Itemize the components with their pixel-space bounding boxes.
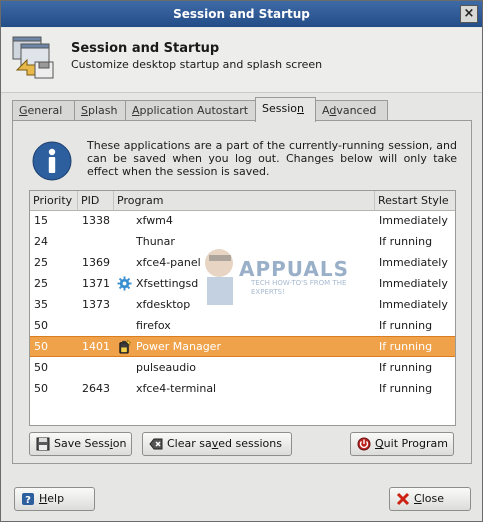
dialog-header: Session and Startup Customize desktop st… <box>1 28 482 93</box>
restart-style-cell: If running <box>379 235 433 248</box>
pid-cell: 1338 <box>82 214 110 227</box>
info-message: These applications are a part of the cur… <box>87 139 457 178</box>
session-startup-icon <box>12 36 54 79</box>
program-cell: xfce4-terminal <box>136 382 217 395</box>
pid-cell: 1369 <box>82 256 110 269</box>
table-header: Priority PID Program Restart Style <box>30 191 455 211</box>
header-title: Session and Startup <box>71 41 220 56</box>
restart-style-cell: Immediately <box>379 277 448 290</box>
restart-style-cell: If running <box>379 319 433 332</box>
tab-advanced[interactable]: Advanced <box>315 100 388 121</box>
pid-cell: 1401 <box>82 340 110 353</box>
table-row[interactable]: 15 1338 xfwm4 Immediately <box>30 210 455 231</box>
clear-icon <box>149 438 163 450</box>
program-cell: Thunar <box>136 235 175 248</box>
table-row[interactable]: 50 2643 xfce4-terminal If running <box>30 378 455 399</box>
title-bar[interactable]: Session and Startup × <box>1 1 482 27</box>
watermark-title: APPUALS <box>239 257 350 281</box>
pid-cell: 2643 <box>82 382 110 395</box>
priority-cell: 15 <box>34 214 48 227</box>
gear-icon <box>117 276 132 291</box>
clear-saved-sessions-button[interactable]: Clear saved sessions <box>142 432 292 456</box>
quit-icon <box>357 437 371 451</box>
program-cell: xfwm4 <box>136 214 173 227</box>
column-restart-style[interactable]: Restart Style <box>375 191 455 210</box>
tab-general[interactable]: General <box>12 100 75 121</box>
restart-style-cell: Immediately <box>379 214 448 227</box>
table-row-selected[interactable]: 50 1401 Power Manager If running <box>30 336 455 357</box>
tab-bar: General Splash Application Autostart Ses… <box>12 97 472 122</box>
header-subtitle: Customize desktop startup and splash scr… <box>71 58 323 71</box>
priority-cell: 25 <box>34 256 48 269</box>
program-cell: firefox <box>136 319 171 332</box>
save-session-button[interactable]: Save Session <box>29 432 132 456</box>
restart-style-cell: If running <box>379 340 433 353</box>
program-cell: xfdesktop <box>136 298 191 311</box>
program-cell: Power Manager <box>136 340 221 353</box>
column-priority[interactable]: Priority <box>30 191 78 210</box>
priority-cell: 50 <box>34 382 48 395</box>
battery-icon <box>119 339 132 354</box>
tab-session[interactable]: Session <box>255 97 316 122</box>
priority-cell: 25 <box>34 277 48 290</box>
priority-cell: 50 <box>34 340 48 353</box>
tab-splash[interactable]: Splash <box>74 100 128 121</box>
priority-cell: 24 <box>34 235 48 248</box>
session-startup-window: Session and Startup × Session and Startu… <box>0 0 483 522</box>
save-icon <box>36 437 50 451</box>
svg-text:?: ? <box>25 495 31 506</box>
restart-style-cell: If running <box>379 361 433 374</box>
window-title: Session and Startup <box>173 7 310 21</box>
priority-cell: 50 <box>34 361 48 374</box>
program-cell: Xfsettingsd <box>136 277 199 290</box>
help-button[interactable]: ? Help <box>14 487 95 511</box>
tab-application-autostart[interactable]: Application Autostart <box>125 100 258 121</box>
table-row[interactable]: 50 firefox If running <box>30 315 455 336</box>
restart-style-cell: Immediately <box>379 298 448 311</box>
close-button[interactable]: Close <box>389 487 471 511</box>
priority-cell: 35 <box>34 298 48 311</box>
column-pid[interactable]: PID <box>78 191 114 210</box>
window-close-button[interactable]: × <box>460 5 478 23</box>
pid-cell: 1373 <box>82 298 110 311</box>
column-program[interactable]: Program <box>114 191 375 210</box>
restart-style-cell: Immediately <box>379 256 448 269</box>
restart-style-cell: If running <box>379 382 433 395</box>
close-icon <box>396 492 410 506</box>
quit-program-button[interactable]: Quit Program <box>350 432 454 456</box>
watermark-subtitle: TECH HOW-TO'S FROM THE EXPERTS! <box>251 279 347 296</box>
table-row[interactable]: 50 pulseaudio If running <box>30 357 455 378</box>
pid-cell: 1371 <box>82 277 110 290</box>
program-cell: xfce4-panel <box>136 256 201 269</box>
info-icon <box>32 141 72 181</box>
help-icon: ? <box>22 493 34 506</box>
priority-cell: 50 <box>34 319 48 332</box>
program-cell: pulseaudio <box>136 361 196 374</box>
